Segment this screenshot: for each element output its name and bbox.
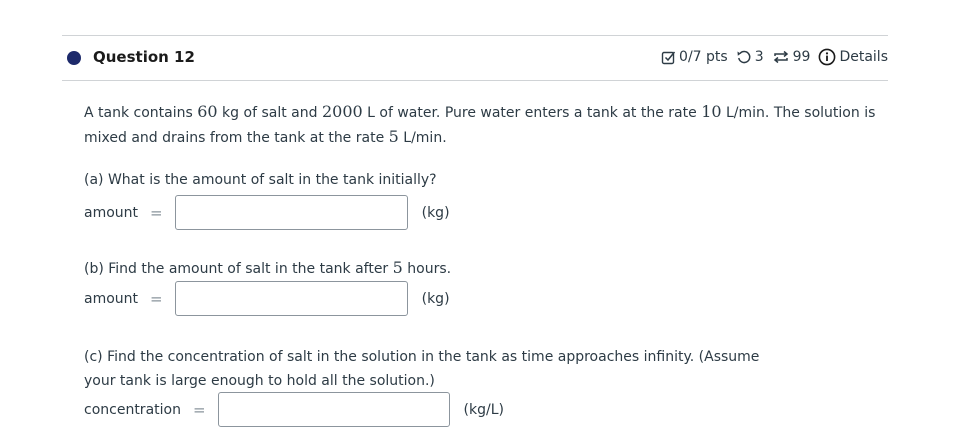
- part-b-label: amount: [84, 290, 139, 307]
- checkbox-pencil-icon: [661, 50, 676, 65]
- part-a-answer-row: amount = (kg): [84, 195, 450, 230]
- top-divider: [62, 35, 888, 36]
- part-c-question: (c) Find the concentration of salt in th…: [84, 349, 760, 389]
- water-volume-value: 2000: [321, 102, 363, 121]
- part-a-unit: (kg): [421, 204, 450, 221]
- details-link[interactable]: Details: [839, 49, 888, 65]
- salt-mass-value: 60: [197, 102, 218, 121]
- repeat-icon: [772, 49, 790, 65]
- question-title: Question 12: [93, 48, 195, 66]
- problem-statement: A tank contains 60 kg of salt and 2000 L…: [84, 102, 876, 146]
- concentration-input[interactable]: [217, 392, 450, 427]
- part-b-answer-row: amount = (kg): [84, 281, 450, 316]
- question-header: Question 12 0/7 pts 3 99 Details: [62, 46, 888, 70]
- question-meta: 0/7 pts 3 99 Details: [661, 48, 888, 66]
- points-text: 0/7 pts: [679, 49, 728, 65]
- part-b-question: (b) Find the amount of salt in the tank …: [84, 258, 452, 277]
- header-divider: [62, 80, 888, 81]
- equals-sign: =: [192, 400, 206, 419]
- part-a-label: amount: [84, 204, 139, 221]
- amount-initial-input[interactable]: [174, 195, 408, 230]
- status-dot: [67, 51, 81, 65]
- part-a-question: (a) What is the amount of salt in the ta…: [84, 172, 437, 188]
- attempts-count: 3: [754, 49, 764, 65]
- submissions-count: 99: [792, 49, 811, 65]
- part-c-answer-row: concentration = (kg/L): [84, 392, 504, 427]
- retry-icon: [736, 49, 752, 65]
- equals-sign: =: [150, 289, 163, 308]
- part-c-unit: (kg/L): [463, 401, 504, 418]
- hours-value: 5: [392, 258, 403, 277]
- inflow-rate-value: 10: [701, 102, 722, 121]
- amount-after-input[interactable]: [174, 281, 408, 316]
- info-icon[interactable]: [818, 48, 836, 66]
- part-c-label: concentration: [84, 401, 181, 418]
- part-b-unit: (kg): [421, 290, 450, 307]
- equals-sign: =: [150, 203, 163, 222]
- outflow-rate-value: 5: [388, 127, 399, 146]
